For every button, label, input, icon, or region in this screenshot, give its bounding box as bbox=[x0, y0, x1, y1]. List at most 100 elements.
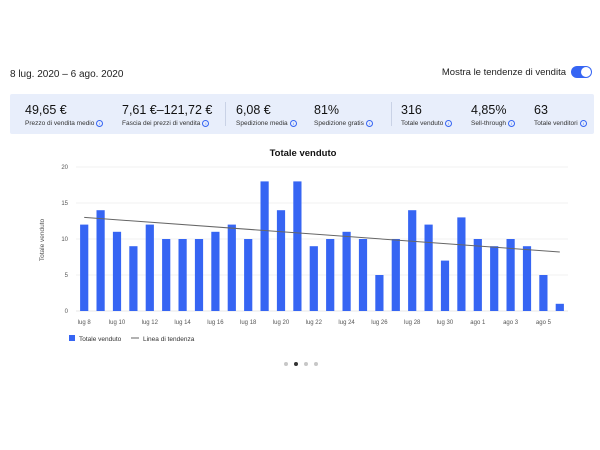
x-ticks-layer: lug 8 lug 10 lug 12 lug 14 lug 16 lug 18 lug 2… bbox=[78, 320, 552, 326]
stat-value: 4,85% bbox=[471, 103, 507, 117]
x-tick-label: lug 10 bbox=[109, 320, 126, 326]
bar[interactable] bbox=[162, 239, 171, 311]
y-tick-label: 10 bbox=[61, 237, 68, 243]
x-tick-label: lug 24 bbox=[338, 320, 355, 326]
bar[interactable] bbox=[490, 246, 499, 311]
stat-label: Spedizione media bbox=[236, 120, 288, 127]
stat-label: Prezzo di vendita medio bbox=[25, 120, 95, 127]
bar[interactable] bbox=[227, 224, 236, 311]
legend-swatch-bars bbox=[69, 335, 75, 341]
bar[interactable] bbox=[358, 239, 368, 311]
bars-layer bbox=[80, 181, 564, 311]
x-tick-label: lug 28 bbox=[404, 320, 421, 326]
pager-dot[interactable] bbox=[314, 362, 318, 366]
bar[interactable] bbox=[211, 231, 220, 311]
stat-value: 49,65 € bbox=[25, 103, 67, 117]
chart-title: Totale venduto bbox=[270, 148, 337, 159]
x-tick-label: lug 16 bbox=[207, 320, 224, 326]
x-tick-label: lug 18 bbox=[240, 320, 257, 326]
bar[interactable] bbox=[342, 231, 351, 311]
pager-dot[interactable] bbox=[304, 362, 308, 366]
bar[interactable] bbox=[145, 224, 154, 311]
bar[interactable] bbox=[440, 260, 450, 311]
trend-line bbox=[84, 216, 560, 253]
legend-label-bars[interactable]: Totale venduto bbox=[79, 336, 122, 343]
stat-label-wrap: Spedizione gratis i bbox=[314, 120, 373, 127]
stat-value: 81% bbox=[314, 103, 340, 117]
legend: Totale venduto Linea di tendenza bbox=[69, 335, 195, 343]
bar[interactable] bbox=[539, 275, 548, 311]
pager-dot[interactable] bbox=[294, 362, 298, 366]
bar[interactable] bbox=[178, 239, 187, 311]
x-tick-label: lug 8 bbox=[78, 320, 92, 326]
info-icon[interactable]: i bbox=[96, 120, 104, 127]
x-tick-label: ago 5 bbox=[536, 320, 552, 326]
info-icon[interactable]: i bbox=[365, 120, 373, 127]
bar[interactable] bbox=[194, 239, 204, 311]
legend-label-trend[interactable]: Linea di tendenza bbox=[143, 336, 195, 343]
info-icon[interactable]: i bbox=[202, 120, 210, 127]
stat-value: 6,08 € bbox=[236, 103, 271, 117]
sales-chart: Totale venduto Totale venduto 0 5 10 15 20 l… bbox=[39, 148, 568, 343]
bar[interactable] bbox=[375, 275, 384, 311]
stat-label-wrap: Prezzo di vendita medio i bbox=[25, 120, 104, 127]
stat-value: 7,61 €–121,72 € bbox=[122, 103, 213, 117]
stat-value: 63 bbox=[534, 103, 548, 117]
bar[interactable] bbox=[293, 181, 302, 311]
stats-bar: 49,65 € Prezzo di vendita medio i 7,61 €–… bbox=[10, 94, 594, 134]
x-tick-label: lug 30 bbox=[437, 320, 454, 326]
bar[interactable] bbox=[244, 239, 253, 311]
y-tick-label: 20 bbox=[61, 165, 68, 171]
stat-label-wrap: Fascia dei prezzi di vendita i bbox=[122, 120, 210, 127]
y-tick-label: 5 bbox=[65, 273, 69, 279]
stat-label: Fascia dei prezzi di vendita bbox=[122, 120, 201, 127]
x-tick-label: lug 20 bbox=[273, 320, 290, 326]
stat-label: Totale venduto bbox=[401, 120, 444, 127]
x-tick-label: lug 12 bbox=[142, 320, 159, 326]
info-icon[interactable]: i bbox=[508, 120, 516, 127]
y-axis-label: Totale venduto bbox=[39, 218, 46, 261]
info-icon[interactable]: i bbox=[445, 120, 453, 127]
bar[interactable] bbox=[522, 246, 532, 311]
bar[interactable] bbox=[112, 231, 122, 311]
bar[interactable] bbox=[473, 239, 482, 311]
bar[interactable] bbox=[391, 239, 400, 311]
bar[interactable] bbox=[129, 246, 138, 311]
bar[interactable] bbox=[457, 217, 466, 311]
stat-label-wrap: Sell-through i bbox=[471, 120, 516, 127]
toggle-knob bbox=[581, 67, 591, 77]
bar[interactable] bbox=[96, 210, 105, 311]
stat-label-wrap: Totale venditori i bbox=[534, 120, 587, 127]
bar[interactable] bbox=[309, 246, 318, 311]
trend-layer bbox=[84, 216, 560, 253]
bar[interactable] bbox=[424, 224, 433, 311]
bar[interactable] bbox=[80, 224, 89, 311]
info-icon[interactable]: i bbox=[579, 120, 587, 127]
stat-value: 316 bbox=[401, 103, 422, 117]
bar[interactable] bbox=[326, 239, 335, 311]
trend-toggle-group: Mostra le tendenze di vendita bbox=[442, 66, 592, 78]
x-tick-label: lug 14 bbox=[174, 320, 191, 326]
stat-label: Spedizione gratis bbox=[314, 120, 364, 127]
bar[interactable] bbox=[408, 210, 417, 311]
stat-label-wrap: Totale venduto i bbox=[401, 120, 453, 127]
bar[interactable] bbox=[276, 210, 286, 311]
x-tick-label: ago 3 bbox=[503, 320, 519, 326]
pager-dot[interactable] bbox=[284, 362, 288, 366]
bar[interactable] bbox=[260, 181, 269, 311]
y-tick-label: 0 bbox=[65, 309, 69, 315]
header: 8 lug. 2020 – 6 ago. 2020 Mostra le tend… bbox=[10, 66, 592, 84]
bar[interactable] bbox=[506, 239, 515, 311]
trend-toggle[interactable] bbox=[571, 66, 592, 78]
divider bbox=[391, 102, 392, 126]
date-range[interactable]: 8 lug. 2020 – 6 ago. 2020 bbox=[10, 69, 123, 80]
info-icon[interactable]: i bbox=[289, 120, 297, 127]
x-tick-label: lug 26 bbox=[371, 320, 388, 326]
carousel-pager bbox=[284, 362, 324, 366]
stat-label: Totale venditori bbox=[534, 120, 578, 127]
stat-label: Sell-through bbox=[471, 120, 507, 127]
divider bbox=[225, 102, 226, 126]
bar[interactable] bbox=[555, 303, 564, 311]
y-tick-label: 15 bbox=[61, 201, 68, 207]
stat-label-wrap: Spedizione media i bbox=[236, 120, 297, 127]
